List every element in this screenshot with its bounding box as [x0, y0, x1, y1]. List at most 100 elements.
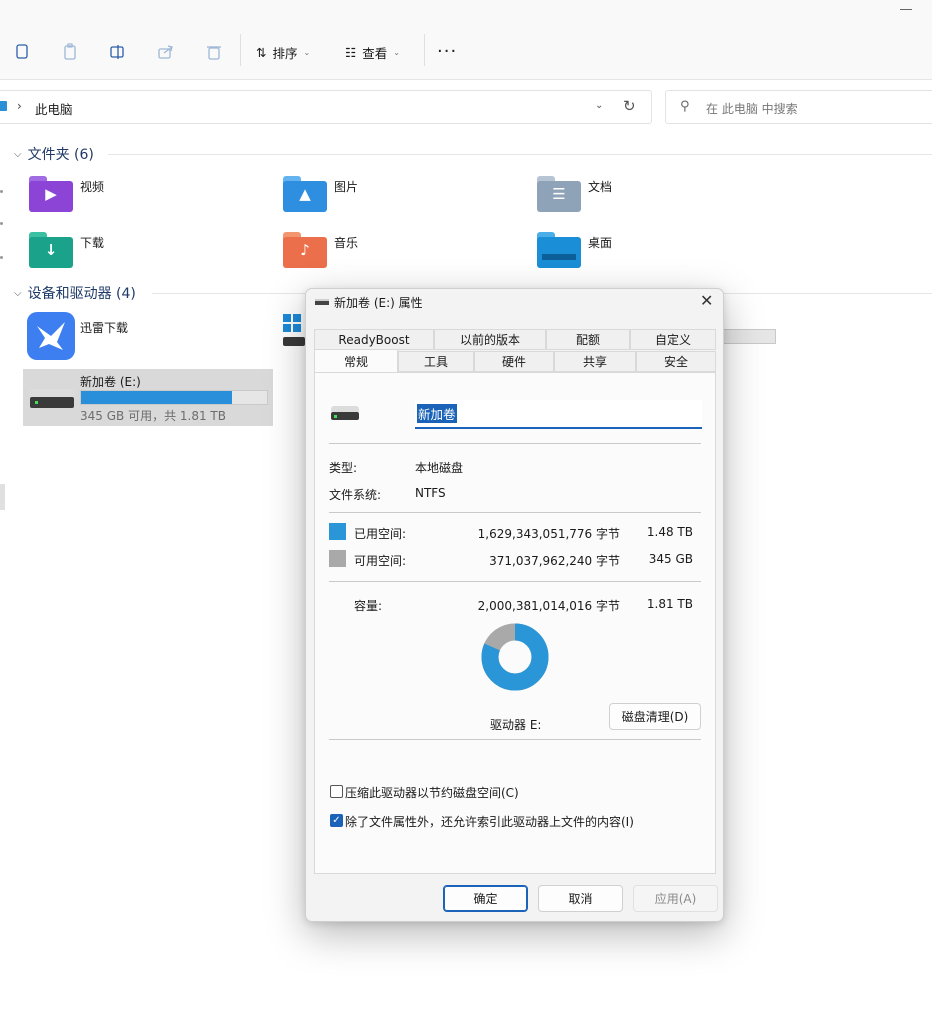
- tab-previous-versions[interactable]: 以前的版本: [434, 329, 546, 350]
- filesystem-label: 文件系统:: [329, 488, 382, 502]
- paste-icon[interactable]: [56, 38, 84, 66]
- tab-customize[interactable]: 自定义: [630, 329, 716, 350]
- toolbar-divider: [424, 34, 425, 66]
- free-space-bytes: 371,037,962,240 字节: [489, 554, 620, 568]
- drive-letter-label: 驱动器 E:: [490, 718, 542, 732]
- drive-e-label: 新加卷 (E:): [80, 375, 141, 389]
- chevron-down-icon: ⌄: [393, 47, 400, 57]
- music-note-icon: ♪: [300, 241, 310, 259]
- devices-group-title: 设备和驱动器 (4): [27, 286, 136, 302]
- folder-pictures[interactable]: ▲: [283, 176, 327, 212]
- disk-cleanup-button[interactable]: 磁盘清理(D): [609, 703, 701, 730]
- folder-label-videos[interactable]: 视频: [80, 178, 104, 195]
- breadcrumb-separator[interactable]: ›: [17, 99, 22, 113]
- view-label: 查看: [362, 45, 388, 61]
- type-label: 类型:: [329, 461, 358, 475]
- tab-security[interactable]: 安全: [636, 351, 716, 372]
- search-box[interactable]: ⚲ 在 此电脑 中搜索: [665, 90, 932, 124]
- xunlei-label[interactable]: 迅雷下载: [80, 319, 128, 336]
- volume-name-input[interactable]: 新加卷: [415, 400, 702, 429]
- nav-pane-scrollbar[interactable]: [0, 484, 5, 510]
- minimize-button[interactable]: [900, 9, 912, 10]
- tab-general[interactable]: 常规: [314, 349, 398, 373]
- chevron-down-icon: ⌄: [303, 47, 311, 57]
- tab-tools[interactable]: 工具: [398, 351, 474, 372]
- rename-icon[interactable]: [104, 38, 132, 66]
- tab-readyboost[interactable]: ReadyBoost: [314, 329, 434, 350]
- desktop-icon: [542, 254, 576, 260]
- drive-used-fill: [81, 391, 232, 404]
- folder-desktop[interactable]: [537, 232, 581, 268]
- type-value: 本地磁盘: [415, 461, 464, 475]
- nav-pane-edge: [0, 222, 3, 225]
- folder-label-pictures[interactable]: 图片: [334, 178, 358, 195]
- drive-capacity-bar: [80, 390, 268, 405]
- folder-label-desktop[interactable]: 桌面: [588, 234, 612, 251]
- index-checkbox[interactable]: ✓: [330, 814, 343, 827]
- share-icon[interactable]: [152, 38, 180, 66]
- hdd-icon: [30, 389, 74, 397]
- windows-logo-icon: [283, 314, 301, 332]
- play-icon: ▶: [45, 185, 57, 203]
- compress-checkbox[interactable]: [330, 785, 343, 798]
- copy-icon[interactable]: [8, 38, 36, 66]
- sort-icon: ⇅: [256, 44, 267, 60]
- group-divider: [108, 154, 932, 155]
- hdd-icon: [283, 337, 305, 346]
- folder-music[interactable]: ♪: [283, 232, 327, 268]
- apply-button[interactable]: 应用(A): [633, 885, 718, 912]
- command-bar: ⇅ 排序 ⌄ ☷ 查看 ⌄ ···: [0, 0, 932, 80]
- compress-label[interactable]: 压缩此驱动器以节约磁盘空间(C): [345, 784, 519, 801]
- drive-e-tile[interactable]: 新加卷 (E:) 345 GB 可用，共 1.81 TB: [23, 369, 273, 426]
- refresh-icon[interactable]: ↻: [623, 97, 636, 115]
- dialog-title: 新加卷 (E:) 属性: [334, 296, 423, 310]
- capacity-bytes: 2,000,381,014,016 字节: [477, 599, 620, 613]
- ok-button[interactable]: 确定: [443, 885, 528, 912]
- free-space-size: 345 GB: [648, 552, 693, 566]
- folder-videos[interactable]: ▶: [29, 176, 73, 212]
- drive-capacity-bar: [723, 329, 776, 344]
- nav-pane-edge: [0, 190, 3, 193]
- folders-group-header[interactable]: ⌵ 文件夹 (6): [14, 144, 94, 164]
- close-icon[interactable]: ✕: [700, 291, 713, 310]
- general-tab-panel: 新加卷 类型: 本地磁盘 文件系统: NTFS 已用空间: 1,629,343,…: [314, 372, 716, 874]
- hdd-led: [35, 401, 38, 404]
- nav-pane-edge: [0, 256, 3, 259]
- cancel-button[interactable]: 取消: [538, 885, 623, 912]
- section-divider: [329, 443, 701, 444]
- devices-group-header[interactable]: ⌵ 设备和驱动器 (4): [14, 283, 136, 303]
- sort-button[interactable]: ⇅ 排序 ⌄: [256, 40, 310, 64]
- capacity-size: 1.81 TB: [646, 597, 693, 611]
- used-space-bytes: 1,629,343,051,776 字节: [477, 527, 620, 541]
- address-bar[interactable]: › 此电脑 ⌄ ↻: [0, 90, 652, 124]
- search-placeholder: 在 此电脑 中搜索: [706, 102, 798, 116]
- more-options-button[interactable]: ···: [437, 41, 457, 62]
- tab-hardware[interactable]: 硬件: [474, 351, 554, 372]
- folder-label-music[interactable]: 音乐: [334, 234, 358, 251]
- folder-label-downloads[interactable]: 下载: [80, 234, 104, 251]
- tab-quota[interactable]: 配额: [546, 329, 630, 350]
- toolbar-divider: [240, 34, 241, 66]
- xunlei-app-icon[interactable]: [27, 312, 75, 360]
- search-icon: ⚲: [680, 99, 690, 114]
- free-space-swatch: [329, 550, 346, 567]
- used-space-size: 1.48 TB: [646, 525, 693, 539]
- drive-icon: [315, 299, 329, 305]
- free-space-label: 可用空间:: [354, 554, 407, 568]
- folder-label-documents[interactable]: 文档: [588, 178, 612, 195]
- volume-name-value: 新加卷: [417, 404, 457, 423]
- tab-sharing[interactable]: 共享: [554, 351, 636, 372]
- download-arrow-icon: ↓: [44, 241, 58, 259]
- used-space-swatch: [329, 523, 346, 540]
- used-space-label: 已用空间:: [354, 527, 407, 541]
- collapse-caret-icon: ⌵: [14, 287, 22, 299]
- folder-downloads[interactable]: ↓: [29, 232, 73, 268]
- view-button[interactable]: ☷ 查看 ⌄: [345, 40, 400, 64]
- folder-documents[interactable]: ☰: [537, 176, 581, 212]
- properties-dialog: 新加卷 (E:) 属性 ✕ ReadyBoost 以前的版本 配额 自定义 常规…: [305, 288, 724, 922]
- breadcrumb-this-pc[interactable]: 此电脑: [35, 99, 73, 118]
- drive-icon: [331, 406, 359, 422]
- index-label[interactable]: 除了文件属性外，还允许索引此驱动器上文件的内容(I): [345, 813, 634, 830]
- chevron-down-icon[interactable]: ⌄: [595, 100, 603, 111]
- delete-icon[interactable]: [200, 38, 228, 66]
